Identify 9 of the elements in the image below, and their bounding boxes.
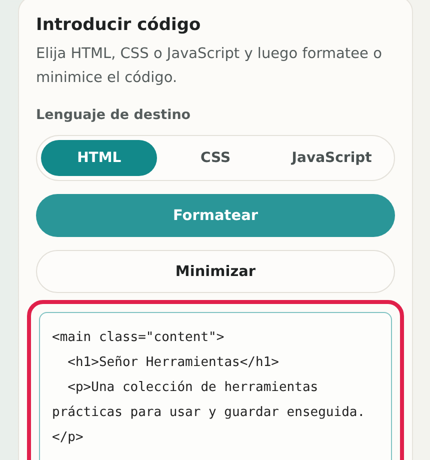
code-input-field[interactable]: <main class="content"> <h1>Señor Herramientas</h1> <p>Una colección de herramientas prácticas para usar y guardar enseguida.</p>: [39, 312, 392, 460]
minify-button[interactable]: Minimizar: [36, 250, 395, 293]
language-label: Lenguaje de destino: [36, 107, 192, 123]
format-button[interactable]: Formatear: [36, 194, 395, 237]
language-tab[interactable]: CSS: [157, 140, 274, 176]
card-description: Elija HTML, CSS o JavaScript y luego formatee o minimice el código.: [36, 45, 383, 88]
card-title: Introducir código: [36, 15, 202, 35]
language-tab[interactable]: HTML: [41, 140, 158, 176]
language-tab[interactable]: JavaScript: [274, 140, 390, 176]
